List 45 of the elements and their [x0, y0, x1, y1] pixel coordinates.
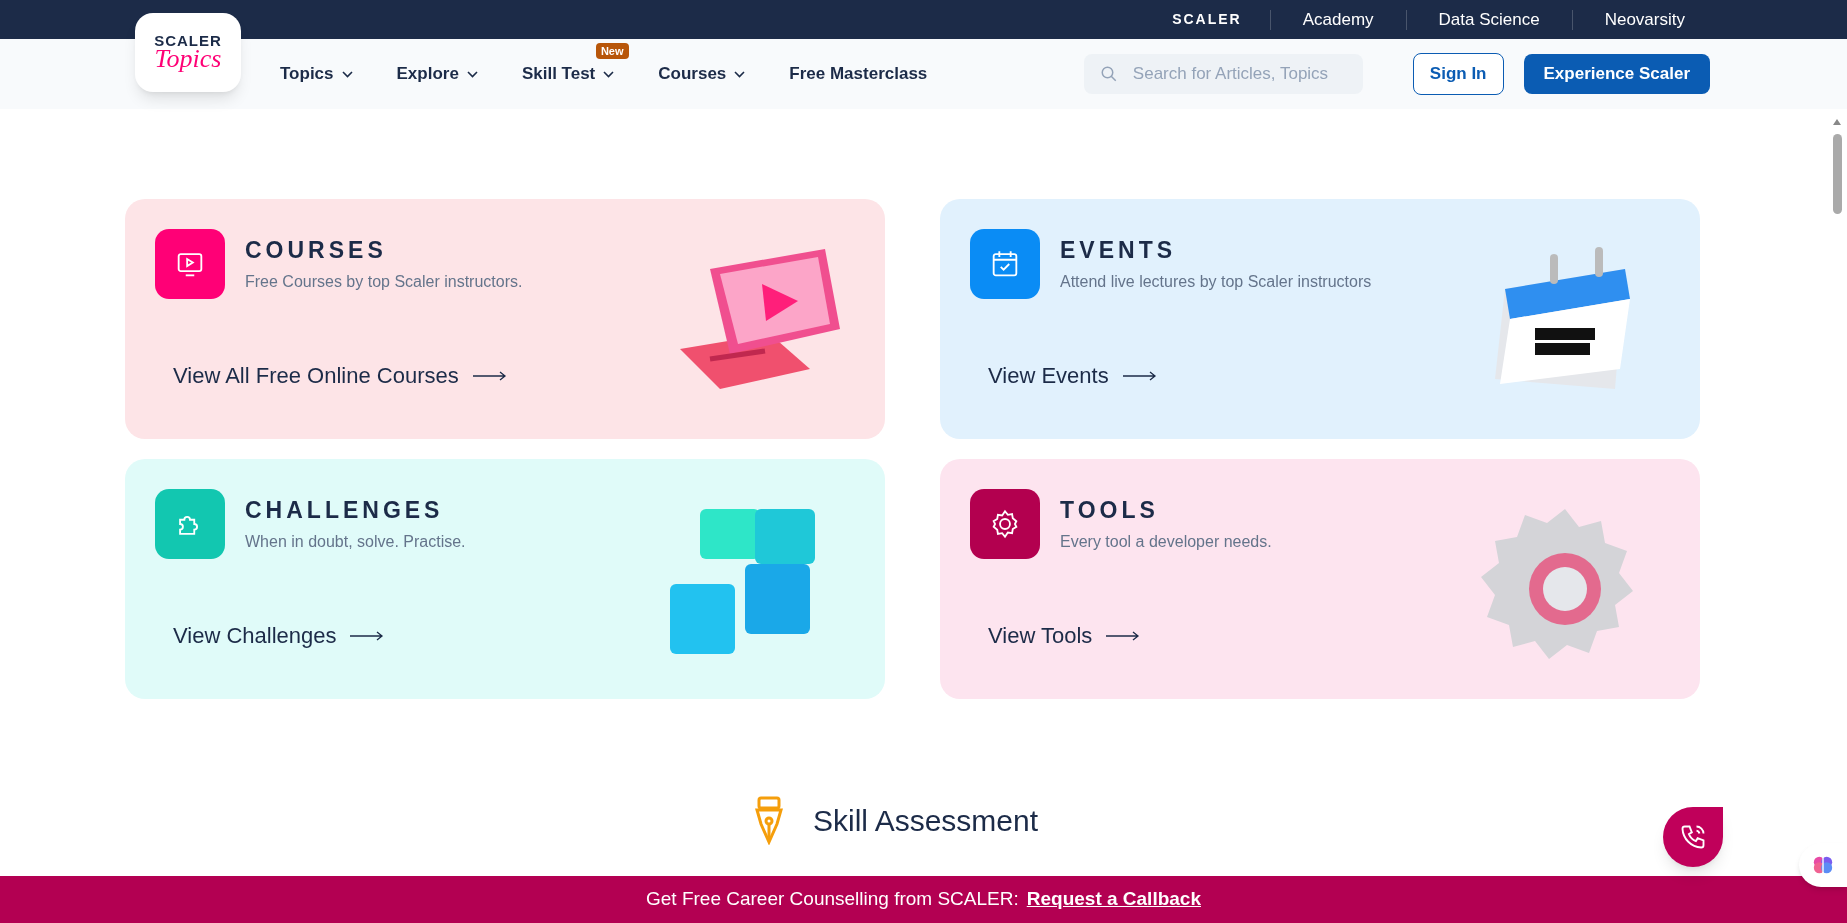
phone-icon	[1679, 823, 1707, 851]
category-card[interactable]: EVENTS Attend live lectures by top Scaler instructors View Events	[940, 199, 1700, 439]
category-card[interactable]: COURSES Free Courses by top Scaler instructors. View All Free Online Courses	[125, 199, 885, 439]
arrow-right-icon	[1122, 370, 1157, 381]
arrow-right-icon	[472, 370, 507, 381]
scroll-up-icon[interactable]	[1832, 118, 1842, 126]
logo-wordmark: SCALER	[154, 33, 222, 48]
card-subtitle: When in doubt, solve. Practise.	[245, 532, 466, 552]
top-nav-link[interactable]: Academy	[1270, 6, 1406, 33]
call-button[interactable]	[1663, 807, 1723, 867]
section-heading: Skill Assessment	[812, 802, 1039, 839]
scaler-link[interactable]: SCALER	[1144, 9, 1270, 30]
scaler-topics-logo[interactable]: SCALER Topics	[135, 13, 241, 92]
card-title: CHALLENGES	[245, 499, 445, 522]
card-link[interactable]: View Tools	[988, 619, 1141, 652]
card-link[interactable]: View All Free Online Courses	[173, 359, 507, 392]
card-link[interactable]: View Challenges	[173, 619, 385, 652]
nav-menu-item[interactable]: Free Masterclass	[789, 61, 928, 87]
card-subtitle: Attend live lectures by top Scaler instructors	[1060, 272, 1372, 292]
search-field[interactable]: Search for Articles, Topics	[1083, 54, 1363, 94]
top-nav-link[interactable]: Data Science	[1406, 6, 1572, 33]
card-link[interactable]: View Events	[988, 359, 1157, 392]
card-title: COURSES	[245, 239, 388, 262]
card-subtitle: Every tool a developer needs.	[1060, 532, 1272, 552]
request-callback-link[interactable]: Request a Callback	[1026, 885, 1201, 914]
nav-menu-item[interactable]: Explore	[396, 61, 478, 87]
logo-script: Topics	[154, 46, 222, 72]
scrollbar-thumb[interactable]	[1832, 134, 1842, 214]
banner-text: Get Free Career Counselling from SCALER:	[646, 887, 1019, 912]
arrow-right-icon	[1106, 630, 1141, 641]
nav-menu-item[interactable]: Courses	[658, 61, 746, 87]
search-icon	[1099, 65, 1118, 83]
brain-icon	[1812, 854, 1834, 876]
arrow-right-icon	[350, 630, 385, 641]
card-subtitle: Free Courses by top Scaler instructors.	[245, 272, 523, 292]
top-nav-link[interactable]: Neovarsity	[1572, 6, 1717, 33]
sign-in-button[interactable]: Sign In	[1412, 53, 1504, 95]
experience-scaler-button[interactable]: Experience Scaler	[1523, 54, 1710, 94]
category-card[interactable]: CHALLENGES When in doubt, solve. Practise. View Challenges	[125, 459, 885, 699]
nav-menu-item[interactable]: Topics	[280, 61, 353, 87]
ai-assistant-button[interactable]	[1799, 843, 1847, 887]
card-title: TOOLS	[1060, 499, 1160, 522]
category-card[interactable]: TOOLS Every tool a developer needs. View Tools	[940, 459, 1700, 699]
card-title: EVENTS	[1060, 239, 1178, 262]
new-badge: New	[595, 43, 629, 60]
